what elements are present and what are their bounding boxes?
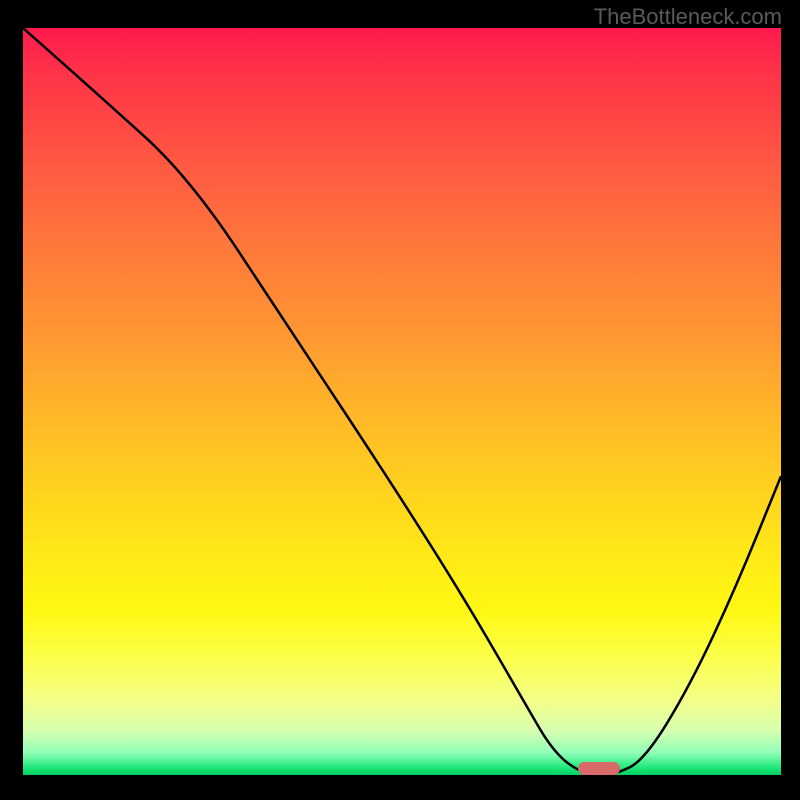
chart-plot-area bbox=[23, 28, 781, 775]
optimal-marker bbox=[578, 762, 620, 775]
curve-path bbox=[23, 28, 781, 775]
watermark-text: TheBottleneck.com bbox=[594, 4, 782, 30]
bottleneck-curve bbox=[23, 28, 781, 775]
